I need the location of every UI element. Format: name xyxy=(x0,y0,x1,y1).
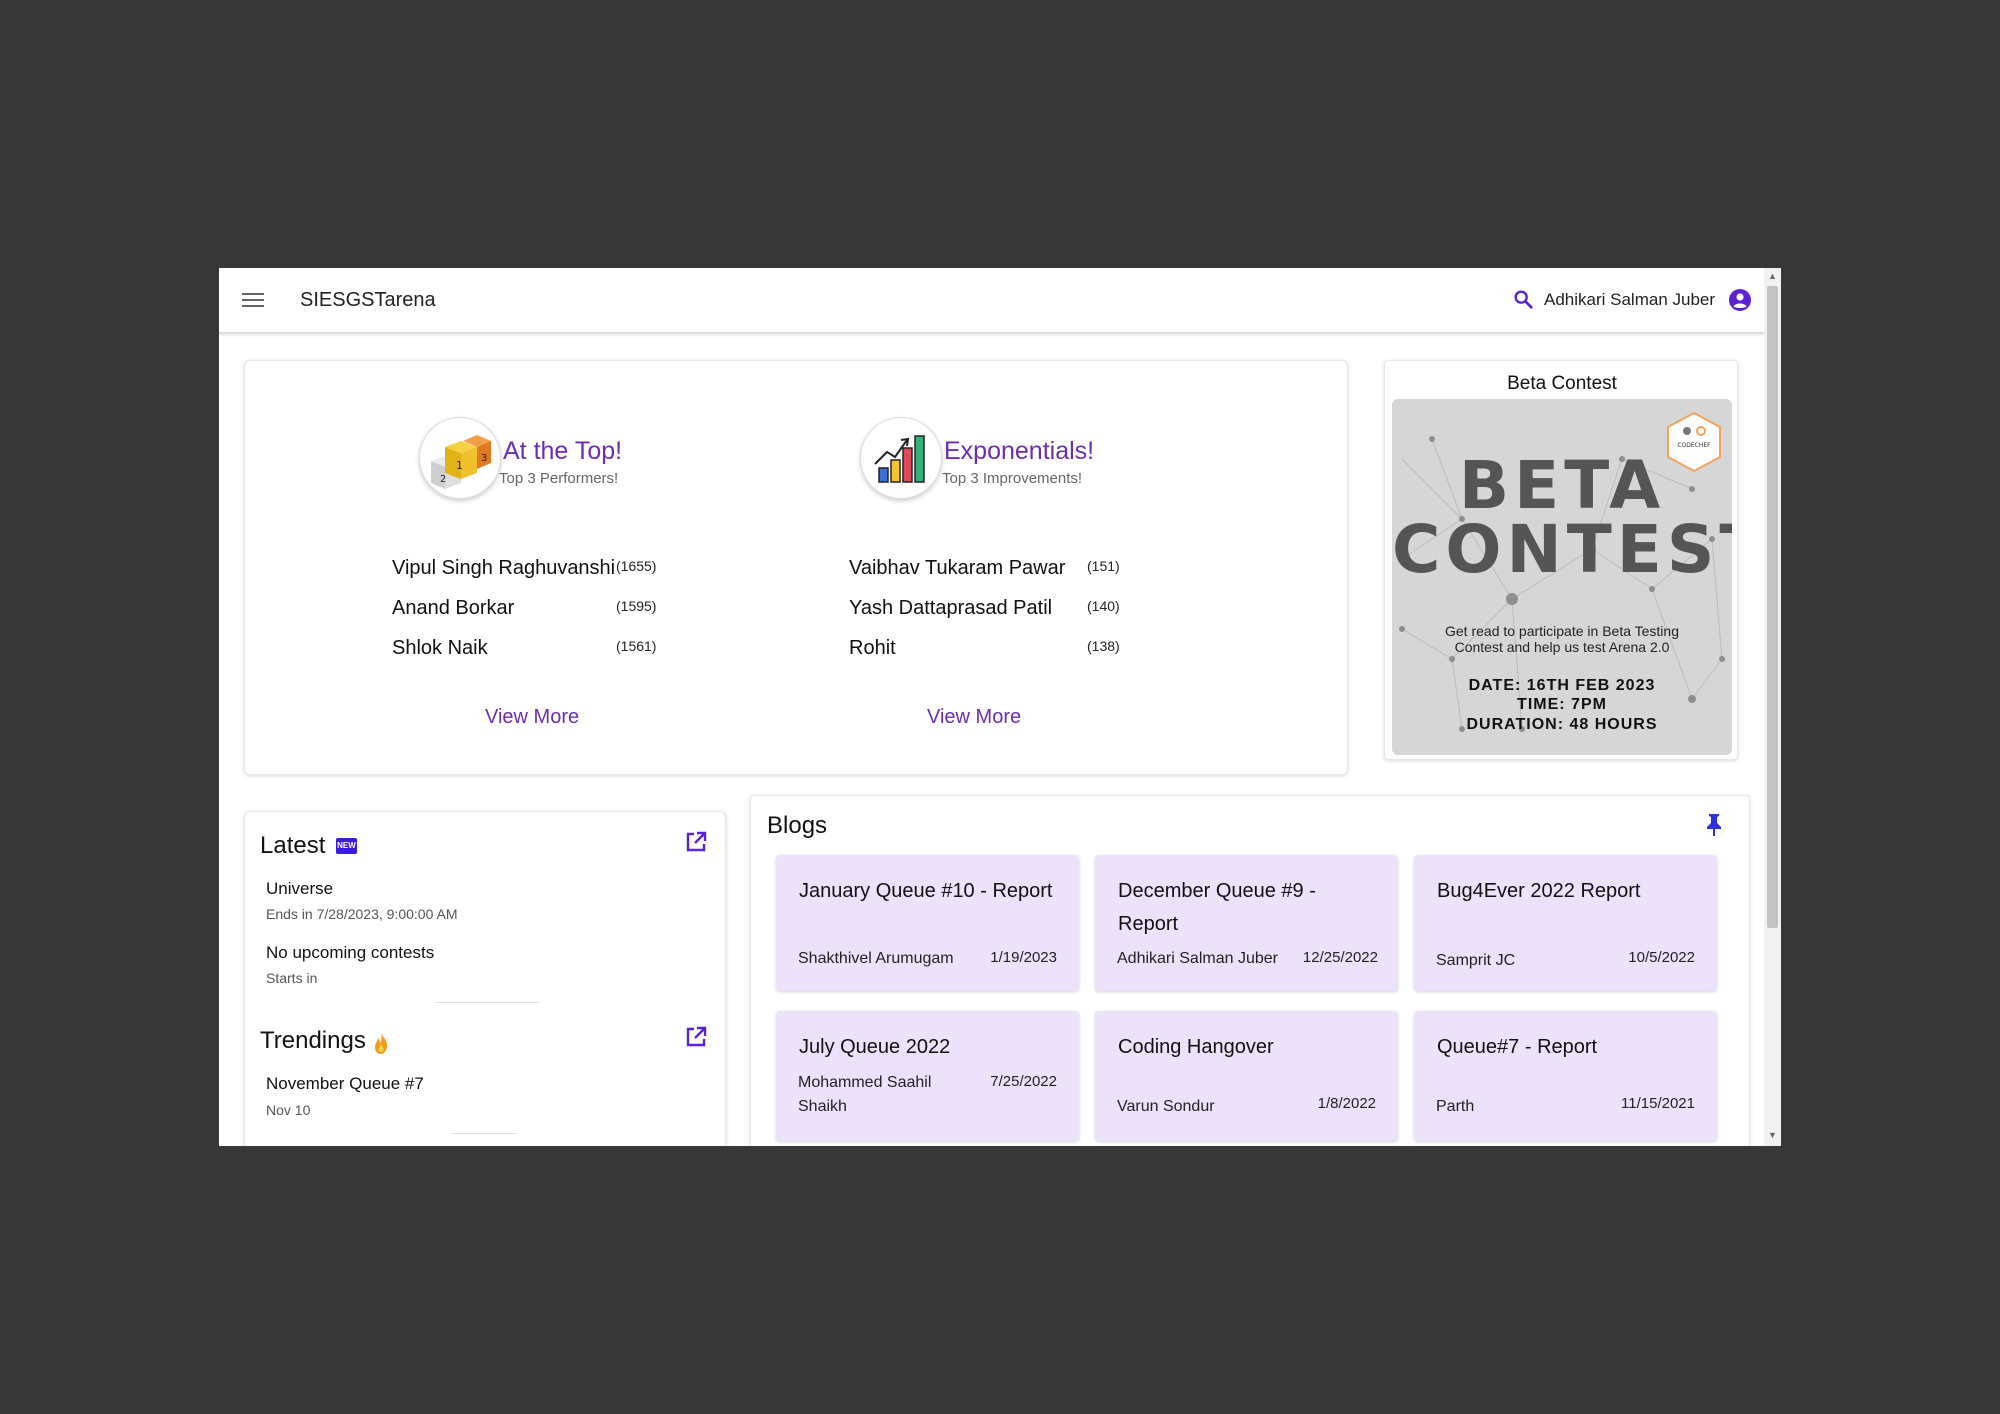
poster-duration: DURATION: 48 HOURS xyxy=(1466,716,1658,733)
svg-text:CODECHEF: CODECHEF xyxy=(1677,442,1711,449)
latest-contest-subtitle: Ends in 7/28/2023, 9:00:00 AM xyxy=(266,906,458,922)
blog-author: Shakthivel Arumugam xyxy=(798,950,954,967)
improver-score: (140) xyxy=(1087,598,1120,614)
trending-title[interactable]: November Queue #7 xyxy=(266,1074,424,1094)
blog-date: 7/25/2022 xyxy=(990,1073,1057,1090)
blogs-card: Blogs January Queue #10 - Report Shakthi… xyxy=(750,795,1750,1146)
blog-title: January Queue #10 - Report xyxy=(799,880,1053,902)
brand-title[interactable]: SIESGSTarena xyxy=(300,289,436,312)
board-subtitle: Top 3 Improvements! xyxy=(942,470,1083,487)
scroll-down-arrow[interactable]: ▼ xyxy=(1768,1130,1777,1140)
leaderboard-card: 2 1 3 At the Top! Top 3 Performers! Vipu… xyxy=(244,360,1348,775)
scroll-up-arrow[interactable]: ▲ xyxy=(1768,271,1777,281)
performer-score: (1655) xyxy=(616,558,657,574)
open-in-new-icon[interactable] xyxy=(684,1025,708,1049)
poster-headline: CONTEST xyxy=(1392,511,1732,588)
search-icon[interactable] xyxy=(1512,288,1534,310)
blog-author: Parth xyxy=(1436,1098,1475,1115)
blog-date: 10/5/2022 xyxy=(1628,949,1695,966)
pin-icon[interactable] xyxy=(1703,812,1725,836)
poster-description: Get read to participate in Beta Testing xyxy=(1445,623,1679,639)
poster-description: Contest and help us test Arena 2.0 xyxy=(1454,639,1670,655)
menu-icon[interactable] xyxy=(242,290,264,310)
improver-score: (138) xyxy=(1087,638,1120,654)
blog-card[interactable]: December Queue #9 - Report Adhikari Salm… xyxy=(1095,855,1398,991)
blog-author: Adhikari Salman Juber xyxy=(1117,950,1278,967)
performer-score: (1561) xyxy=(616,638,657,654)
performer-name[interactable]: Shlok Naik xyxy=(392,637,488,660)
blog-card[interactable]: January Queue #10 - Report Shakthivel Ar… xyxy=(776,855,1079,991)
contest-card[interactable]: Beta Contest BETA CONTEST Get read to pa… xyxy=(1384,360,1738,760)
blog-title: Coding Hangover xyxy=(1118,1036,1274,1058)
top-improvements-board: Exponentials! Top 3 Improvements! Vaibha… xyxy=(846,361,1266,761)
svg-text:2: 2 xyxy=(440,474,446,485)
page-scrollbar[interactable]: ▲ ▼ xyxy=(1764,268,1781,1146)
latest-contest-title[interactable]: No upcoming contests xyxy=(266,943,434,963)
blog-card[interactable]: Coding Hangover Varun Sondur 1/8/2022 xyxy=(1095,1011,1398,1141)
top-performers-board: 2 1 3 At the Top! Top 3 Performers! Vipu… xyxy=(392,361,825,761)
blog-title: December Queue #9 - Report xyxy=(1118,880,1316,935)
blog-card[interactable]: Queue#7 - Report Parth 11/15/2021 xyxy=(1414,1011,1717,1141)
growth-chart-icon xyxy=(860,417,942,499)
codechef-chapter-logo: CODECHEF xyxy=(1667,411,1721,473)
blog-card[interactable]: July Queue 2022 Mohammed Saahil Shaikh 7… xyxy=(776,1011,1079,1141)
latest-card: Latest NEW Universe Ends in 7/28/2023, 9… xyxy=(244,811,726,1146)
blogs-title: Blogs xyxy=(767,812,828,839)
blog-author: Mohammed Saahil Shaikh xyxy=(798,1074,932,1115)
board-subtitle: Top 3 Performers! xyxy=(499,470,619,487)
svg-text:1: 1 xyxy=(456,459,463,472)
scroll-thumb[interactable] xyxy=(1767,286,1778,928)
improver-name[interactable]: Yash Dattaprasad Patil xyxy=(849,597,1052,620)
contest-title: Beta Contest xyxy=(1507,373,1617,394)
contest-poster[interactable]: BETA CONTEST Get read to participate in … xyxy=(1392,399,1732,755)
account-circle-icon[interactable] xyxy=(1728,288,1752,312)
latest-contest-title[interactable]: Universe xyxy=(266,879,333,899)
poster-date: DATE: 16TH FEB 2023 xyxy=(1468,677,1656,694)
blog-title: Bug4Ever 2022 Report xyxy=(1437,880,1641,902)
performer-score: (1595) xyxy=(616,598,657,614)
blog-date: 12/25/2022 xyxy=(1302,949,1378,966)
board-title: At the Top! xyxy=(503,437,623,465)
divider xyxy=(435,1002,539,1003)
latest-title: Latest xyxy=(260,832,326,859)
open-in-new-icon[interactable] xyxy=(684,830,708,854)
svg-text:3: 3 xyxy=(481,453,487,464)
view-more-performers-link[interactable]: View More xyxy=(485,706,579,729)
board-title: Exponentials! xyxy=(944,437,1095,465)
performer-name[interactable]: Anand Borkar xyxy=(392,597,514,620)
improver-score: (151) xyxy=(1087,558,1120,574)
app-bar: SIESGSTarena Adhikari Salman Juber xyxy=(219,268,1764,334)
blog-author: Samprit JC xyxy=(1436,952,1516,969)
blog-title: July Queue 2022 xyxy=(799,1036,951,1058)
blog-card[interactable]: Bug4Ever 2022 Report Samprit JC 10/5/202… xyxy=(1414,855,1717,991)
blog-author: Varun Sondur xyxy=(1117,1098,1215,1115)
blog-date: 1/19/2023 xyxy=(990,949,1057,966)
improver-name[interactable]: Vaibhav Tukaram Pawar xyxy=(849,557,1065,580)
blog-date: 1/8/2022 xyxy=(1317,1095,1376,1112)
performer-name[interactable]: Vipul Singh Raghuvanshi xyxy=(392,557,615,580)
divider xyxy=(451,1133,517,1134)
view-more-improvements-link[interactable]: View More xyxy=(927,706,1021,729)
blog-date: 11/15/2021 xyxy=(1621,1095,1695,1112)
trendings-title: Trendings xyxy=(260,1027,366,1054)
trending-subtitle: Nov 10 xyxy=(266,1102,311,1118)
user-name[interactable]: Adhikari Salman Juber xyxy=(1544,290,1715,310)
new-badge: NEW xyxy=(336,838,357,854)
latest-contest-subtitle: Starts in xyxy=(266,970,318,986)
browser-viewport: SIESGSTarena Adhikari Salman Juber ▲ ▼ 2… xyxy=(219,268,1781,1146)
poster-time: TIME: 7PM xyxy=(1517,696,1607,713)
podium-icon: 2 1 3 xyxy=(419,417,501,499)
blog-title: Queue#7 - Report xyxy=(1437,1036,1598,1058)
fire-icon xyxy=(375,1032,388,1054)
improver-name[interactable]: Rohit xyxy=(849,637,896,660)
